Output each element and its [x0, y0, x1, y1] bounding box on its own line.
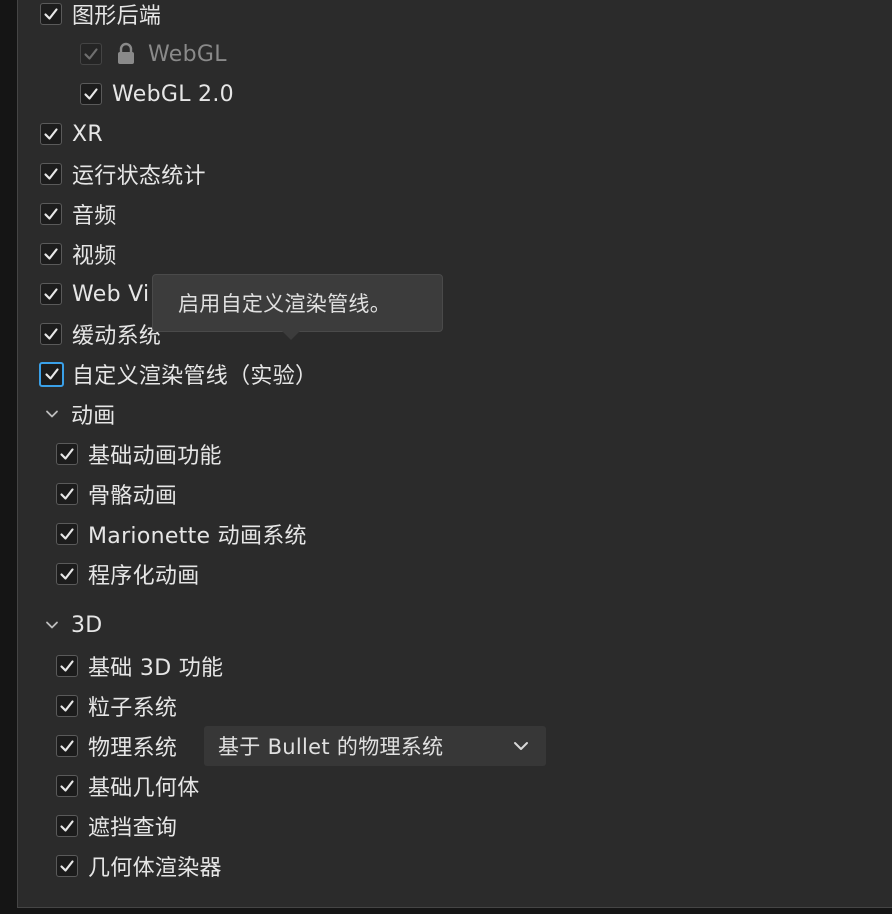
option-label: 音频	[72, 204, 117, 229]
option-skeletal-animation[interactable]: 骨骼动画	[56, 474, 177, 514]
option-custom-pipeline[interactable]: 自定义渲染管线（实验）	[39, 354, 317, 394]
section-title: 3D	[71, 612, 103, 638]
lock-icon	[116, 42, 136, 66]
checkmark-icon	[44, 128, 58, 140]
option-label: 缓动系统	[72, 324, 162, 349]
chevron-down-icon[interactable]	[41, 403, 63, 425]
option-webview[interactable]: Web Vi	[40, 274, 149, 314]
option-label: 基础几何体	[88, 776, 200, 801]
checkmark-icon	[60, 528, 74, 540]
option-label: 视频	[72, 244, 117, 269]
chevron-down-icon	[514, 742, 528, 750]
option-label: 运行状态统计	[72, 164, 206, 189]
checkmark-icon	[44, 368, 59, 380]
option-basic-animation[interactable]: 基础动画功能	[56, 434, 222, 474]
checkmark-icon	[60, 660, 74, 672]
option-label: 遮挡查询	[88, 816, 178, 841]
option-video[interactable]: 视频	[40, 234, 117, 274]
checkbox-webgl	[80, 43, 102, 65]
checkmark-icon	[44, 328, 58, 340]
option-label: 自定义渲染管线（实验）	[72, 364, 318, 389]
checkmark-icon	[44, 8, 58, 20]
select-value: 基于 Bullet 的物理系统	[218, 735, 444, 759]
checkmark-icon	[84, 88, 98, 100]
checkbox-particle[interactable]	[56, 695, 78, 717]
option-label: 粒子系统	[88, 696, 178, 721]
option-label: 程序化动画	[88, 564, 200, 589]
option-tween[interactable]: 缓动系统	[40, 314, 161, 354]
option-occlusion[interactable]: 遮挡查询	[56, 806, 177, 846]
tooltip: 启用自定义渲染管线。	[152, 274, 443, 332]
checkmark-icon	[60, 860, 74, 872]
checkbox-audio[interactable]	[40, 203, 62, 225]
tooltip-arrow	[282, 331, 300, 340]
option-label: 图形后端	[72, 4, 162, 29]
checkbox-basic-3d[interactable]	[56, 655, 78, 677]
option-label: 骨骼动画	[88, 484, 178, 509]
checkbox-geometry-renderer[interactable]	[56, 855, 78, 877]
checkbox-video[interactable]	[40, 243, 62, 265]
checkbox-webview[interactable]	[40, 283, 62, 305]
section-header-3d[interactable]: 3D	[41, 605, 103, 645]
option-runtime-stats[interactable]: 运行状态统计	[40, 154, 206, 194]
checkbox-webgl2[interactable]	[80, 83, 102, 105]
checkmark-icon	[60, 820, 74, 832]
checkbox-geometry[interactable]	[56, 775, 78, 797]
option-geometry[interactable]: 基础几何体	[56, 766, 200, 806]
option-label: Web Vi	[72, 281, 150, 307]
checkbox-runtime-stats[interactable]	[40, 163, 62, 185]
checkmark-icon	[60, 488, 74, 500]
checkbox-basic-animation[interactable]	[56, 443, 78, 465]
section-header-animation[interactable]: 动画	[41, 394, 116, 434]
option-basic-3d[interactable]: 基础 3D 功能	[56, 646, 223, 686]
option-label: Marionette 动画系统	[88, 524, 307, 549]
checkmark-icon	[60, 700, 74, 712]
option-label: 物理系统	[88, 736, 178, 761]
checkbox-marionette[interactable]	[56, 523, 78, 545]
checkbox-xr[interactable]	[40, 123, 62, 145]
option-label: WebGL	[148, 41, 227, 67]
option-physics[interactable]: 物理系统	[56, 726, 177, 766]
checkbox-physics[interactable]	[56, 735, 78, 757]
checkbox-tween[interactable]	[40, 323, 62, 345]
checkmark-icon	[60, 448, 74, 460]
option-xr[interactable]: XR	[40, 114, 103, 154]
checkmark-icon	[60, 740, 74, 752]
option-label: XR	[72, 121, 103, 147]
option-procedural-animation[interactable]: 程序化动画	[56, 554, 200, 594]
checkmark-icon	[44, 168, 58, 180]
option-label: 基础动画功能	[88, 444, 222, 469]
checkbox-graphics-backend[interactable]	[40, 3, 62, 25]
checkmark-icon	[84, 48, 98, 60]
option-geometry-renderer[interactable]: 几何体渲染器	[56, 846, 222, 886]
option-graphics-backend[interactable]: 图形后端	[40, 0, 161, 34]
checkbox-custom-pipeline[interactable]	[39, 361, 64, 387]
section-title: 动画	[71, 404, 116, 429]
chevron-down-icon[interactable]	[41, 614, 63, 636]
option-webgl: WebGL	[80, 34, 227, 74]
checkbox-procedural-animation[interactable]	[56, 563, 78, 585]
option-audio[interactable]: 音频	[40, 194, 117, 234]
checkmark-icon	[60, 568, 74, 580]
option-label: 几何体渲染器	[88, 856, 222, 881]
option-particle[interactable]: 粒子系统	[56, 686, 177, 726]
checkbox-occlusion[interactable]	[56, 815, 78, 837]
option-marionette[interactable]: Marionette 动画系统	[56, 514, 307, 554]
checkbox-skeletal-animation[interactable]	[56, 483, 78, 505]
option-label: 基础 3D 功能	[88, 656, 224, 681]
option-webgl2[interactable]: WebGL 2.0	[80, 74, 234, 114]
physics-engine-select[interactable]: 基于 Bullet 的物理系统	[204, 726, 546, 766]
checkmark-icon	[44, 248, 58, 260]
checkmark-icon	[44, 288, 58, 300]
checkmark-icon	[60, 780, 74, 792]
option-label: WebGL 2.0	[112, 81, 234, 107]
checkmark-icon	[44, 208, 58, 220]
